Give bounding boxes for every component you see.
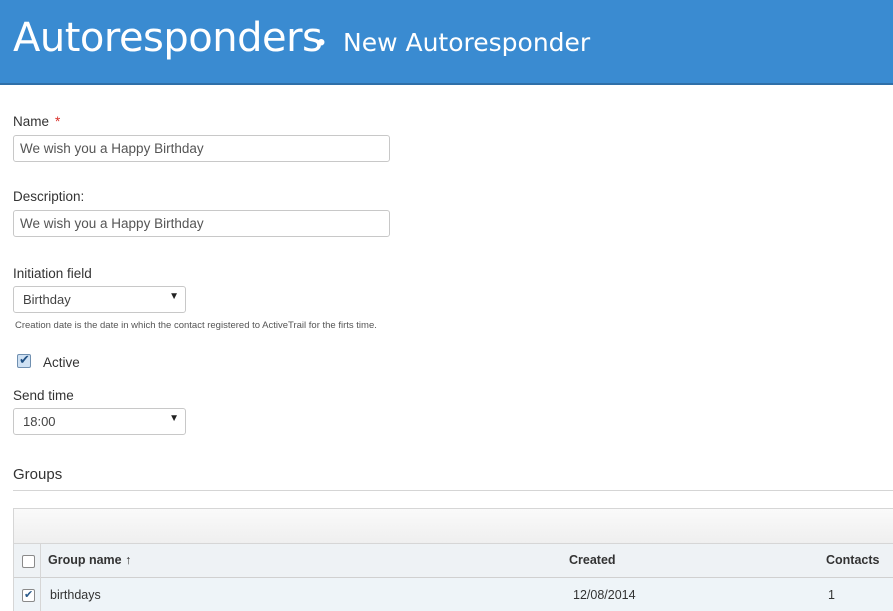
group-name-cell: birthdays: [50, 588, 101, 602]
column-divider: [40, 544, 41, 578]
send-time-value: 18:00: [23, 414, 56, 429]
created-cell: 12/08/2014: [573, 588, 636, 602]
description-input[interactable]: [13, 210, 390, 237]
contacts-cell: 1: [828, 588, 835, 602]
name-label: Name *: [13, 114, 60, 129]
column-divider: [40, 578, 41, 611]
table-toolbar: [14, 509, 893, 544]
row-checkbox[interactable]: [22, 588, 35, 602]
page-subtitle: New Autoresponder: [343, 28, 591, 57]
active-label: Active: [43, 355, 80, 370]
initiation-field-value: Birthday: [23, 292, 71, 307]
name-input[interactable]: [13, 135, 390, 162]
send-time-select[interactable]: 18:00 ▼: [13, 408, 186, 435]
column-header-group-name[interactable]: Group name ↑: [48, 553, 131, 567]
required-mark: *: [55, 114, 61, 129]
column-header-contacts[interactable]: Contacts: [826, 553, 879, 567]
caret-down-icon: ▼: [169, 413, 179, 424]
groups-divider: [13, 490, 893, 491]
table-row[interactable]: birthdays 12/08/2014 1: [14, 578, 893, 611]
active-checkbox[interactable]: [17, 352, 31, 368]
caret-down-icon: ▼: [169, 291, 179, 302]
send-time-label: Send time: [13, 388, 74, 403]
groups-table: Group name ↑ Created Contacts birthdays …: [13, 508, 893, 611]
name-label-text: Name: [13, 114, 50, 129]
column-header-created[interactable]: Created: [569, 553, 616, 567]
select-all-checkbox[interactable]: [22, 555, 35, 568]
initiation-field-label: Initiation field: [13, 266, 92, 281]
page-title: Autoresponders: [13, 15, 323, 61]
page-header: Autoresponders • New Autoresponder: [0, 0, 893, 85]
title-separator: •: [317, 29, 326, 56]
table-header: Group name ↑ Created Contacts: [14, 544, 893, 578]
groups-heading: Groups: [13, 466, 63, 483]
initiation-field-select[interactable]: Birthday ▼: [13, 286, 186, 313]
initiation-hint: Creation date is the date in which the c…: [15, 320, 377, 331]
description-label: Description:: [13, 189, 85, 204]
